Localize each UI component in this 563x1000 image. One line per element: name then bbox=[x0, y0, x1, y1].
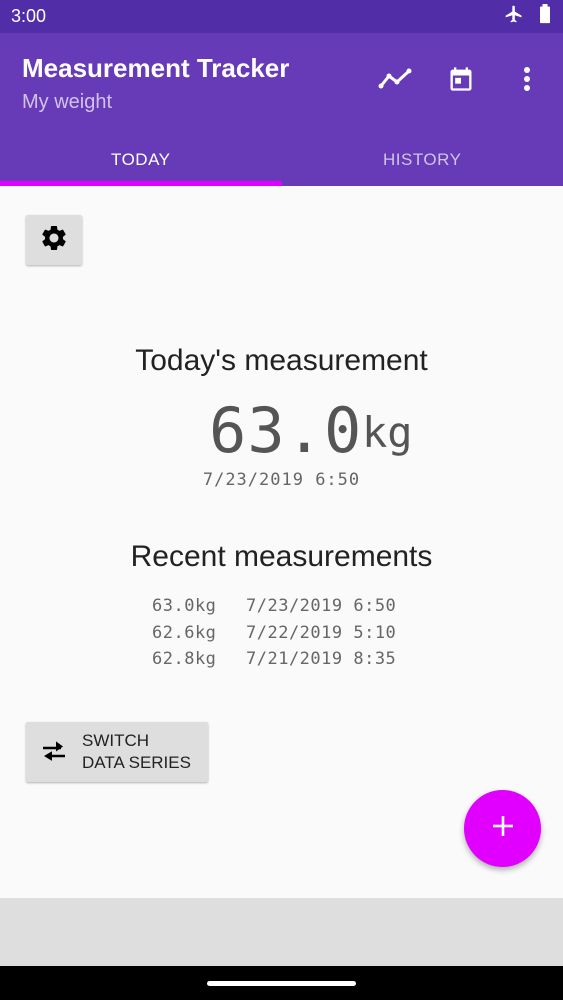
tab-history[interactable]: HISTORY bbox=[282, 133, 563, 186]
calendar-icon bbox=[447, 65, 475, 98]
recent-datetime: 7/21/2019 8:35 bbox=[246, 649, 397, 669]
settings-button[interactable] bbox=[26, 215, 82, 265]
navigation-bar bbox=[0, 966, 563, 1000]
today-unit: kg bbox=[362, 408, 413, 457]
bottom-area bbox=[0, 898, 563, 966]
more-options-button[interactable] bbox=[509, 63, 545, 99]
chart-icon bbox=[378, 67, 412, 96]
app-title: Measurement Tracker bbox=[22, 53, 290, 83]
app-subtitle: My weight bbox=[22, 91, 113, 113]
recent-value: 62.8kg bbox=[152, 649, 217, 669]
home-handle[interactable] bbox=[207, 981, 356, 986]
switch-label-line1: SWITCH bbox=[82, 731, 150, 750]
recent-datetime: 7/22/2019 5:10 bbox=[246, 622, 397, 643]
tab-today[interactable]: TODAY bbox=[0, 133, 282, 186]
recent-value: 62.6kg bbox=[152, 622, 217, 643]
status-icons bbox=[504, 4, 552, 29]
list-item: 62.8kg 7/21/2019 8:35 bbox=[152, 649, 396, 676]
recent-list: 63.0kg 7/23/2019 6:50 62.6kg 7/22/2019 5… bbox=[152, 596, 396, 676]
chart-button[interactable] bbox=[377, 63, 413, 99]
battery-icon bbox=[538, 4, 552, 29]
switch-data-series-button[interactable]: SWITCH DATA SERIES bbox=[26, 722, 208, 782]
recent-value: 63.0kg bbox=[152, 596, 217, 616]
swap-horiz-icon bbox=[26, 741, 82, 763]
calendar-button[interactable] bbox=[443, 63, 479, 99]
today-content: Today's measurement 63.0 kg 7/23/2019 6:… bbox=[0, 186, 563, 898]
airplane-icon bbox=[504, 4, 524, 29]
tab-bar: TODAY HISTORY bbox=[0, 133, 563, 186]
add-measurement-button[interactable] bbox=[464, 790, 541, 867]
list-item: 62.6kg 7/22/2019 5:10 bbox=[152, 623, 396, 650]
today-heading: Today's measurement bbox=[135, 344, 428, 377]
status-time: 3:00 bbox=[11, 6, 47, 26]
switch-label-line2: DATA SERIES bbox=[82, 753, 191, 772]
today-value: 63.0 bbox=[209, 394, 363, 467]
list-item: 63.0kg 7/23/2019 6:50 bbox=[152, 596, 396, 623]
recent-datetime: 7/23/2019 6:50 bbox=[246, 596, 397, 616]
status-bar: 3:00 bbox=[0, 0, 563, 33]
app-bar-actions bbox=[377, 63, 545, 99]
plus-icon bbox=[491, 814, 515, 843]
switch-label: SWITCH DATA SERIES bbox=[82, 730, 202, 774]
more-vert-icon bbox=[523, 66, 531, 97]
app-bar: Measurement Tracker My weight TODAY HIST… bbox=[0, 33, 563, 186]
recent-heading: Recent measurements bbox=[130, 540, 433, 573]
gear-icon bbox=[39, 223, 69, 258]
today-datetime: 7/23/2019 6:50 bbox=[202, 470, 361, 490]
